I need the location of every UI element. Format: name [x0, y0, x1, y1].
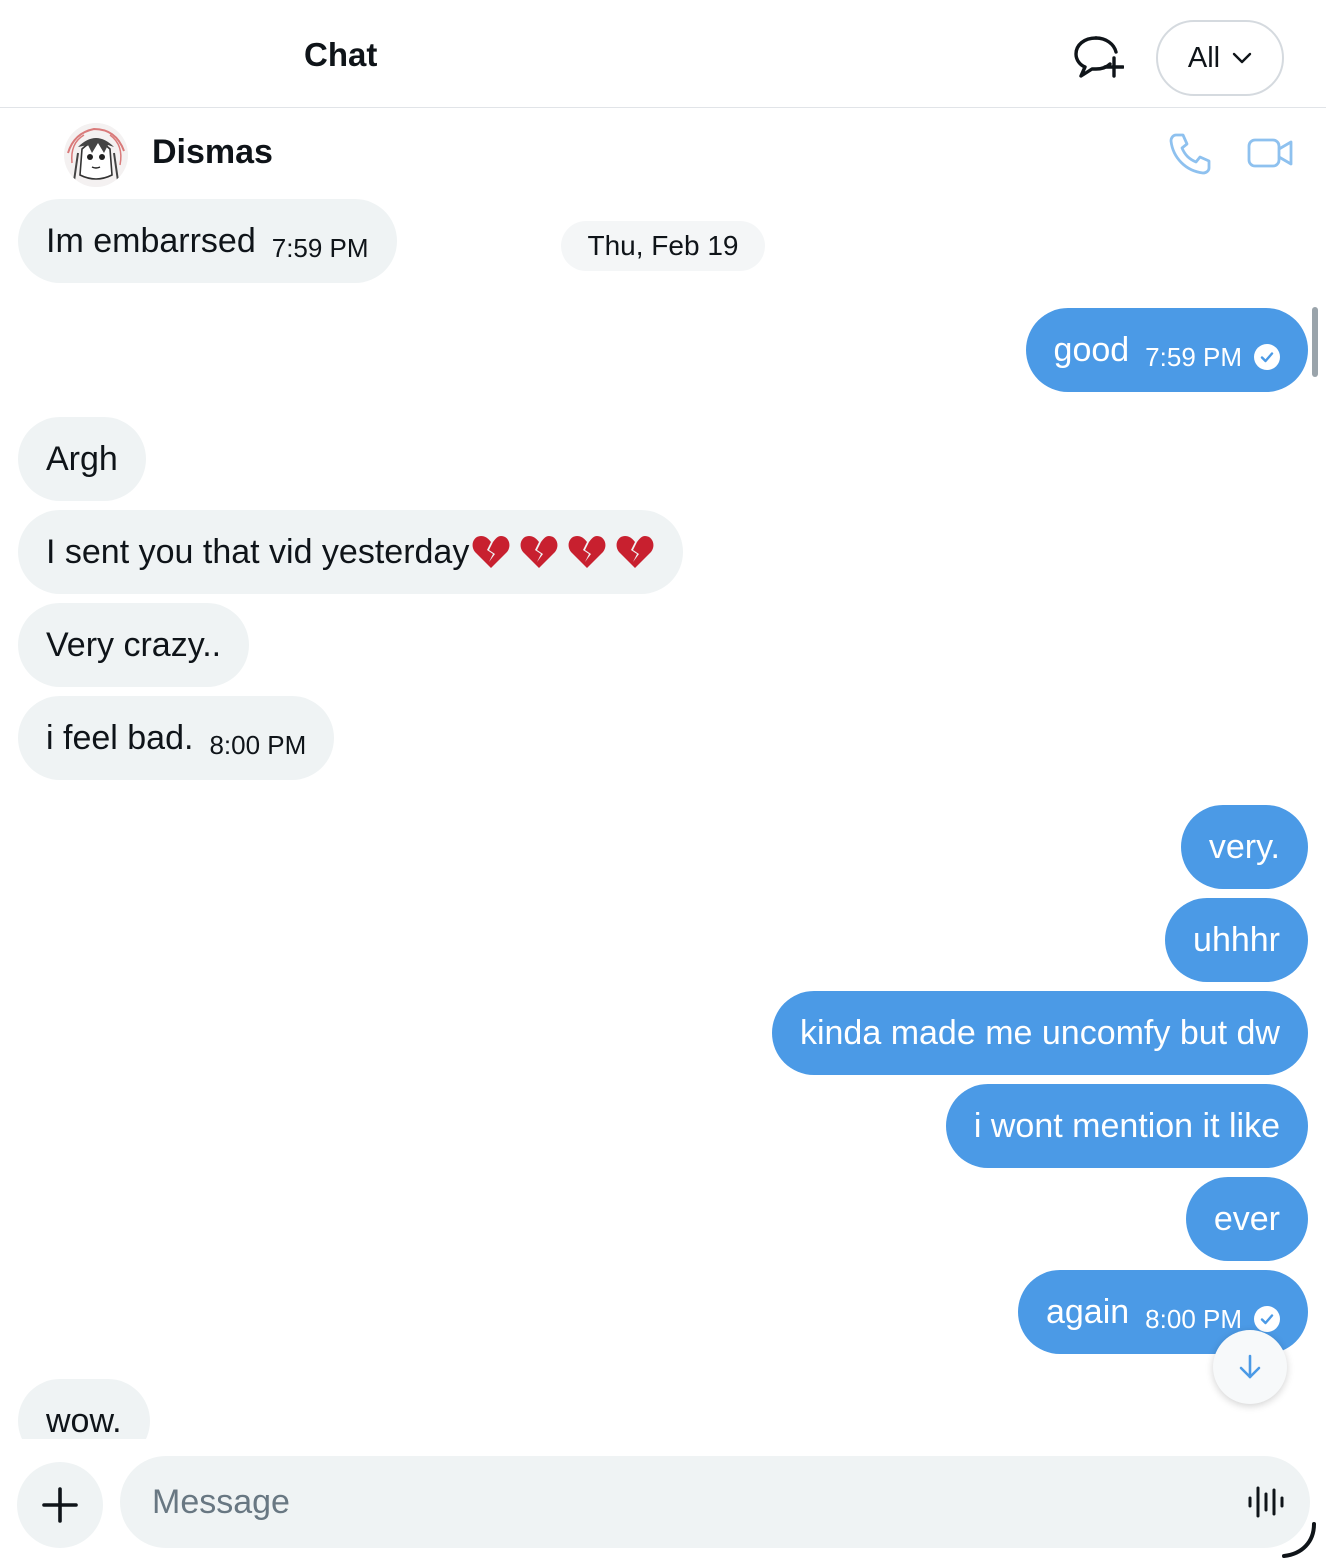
- message-text: Im embarrsed: [46, 221, 256, 260]
- message-timestamp: 8:00 PM: [1145, 1303, 1242, 1334]
- message-outgoing[interactable]: good 7:59 PM: [1025, 308, 1308, 392]
- message-text: Very crazy..: [46, 625, 222, 664]
- check-circle-icon: [1254, 344, 1280, 370]
- message-text: kinda made me uncomfy but dw: [799, 1013, 1280, 1052]
- message-text: i feel bad.: [46, 718, 194, 757]
- message-outgoing[interactable]: i wont mention it like: [945, 1084, 1308, 1168]
- scrollbar-thumb[interactable]: [1312, 307, 1318, 377]
- message-input[interactable]: [120, 1456, 1310, 1548]
- chevron-down-icon: [1232, 52, 1252, 64]
- message-incoming[interactable]: I sent you that vid yesterday: [18, 510, 684, 594]
- message-incoming[interactable]: Argh: [18, 417, 146, 501]
- message-timestamp: 7:59 PM: [1145, 341, 1242, 372]
- broken-heart-emoji: [472, 536, 510, 568]
- top-header: Chat All: [0, 0, 1326, 108]
- conversation-header: Dismas: [0, 109, 1326, 197]
- message-incoming[interactable]: Im embarrsed 7:59 PM: [18, 199, 397, 283]
- message-incoming[interactable]: wow.: [18, 1379, 150, 1439]
- message-text: good: [1053, 330, 1130, 369]
- message-text: uhhhr: [1193, 920, 1280, 959]
- avatar[interactable]: [64, 123, 128, 187]
- message-text: Argh: [46, 439, 118, 478]
- phone-icon[interactable]: [1168, 131, 1212, 175]
- scroll-to-bottom-button[interactable]: [1213, 1330, 1287, 1404]
- message-incoming[interactable]: Very crazy..: [18, 603, 250, 687]
- voice-waveform-icon[interactable]: [1246, 1484, 1286, 1520]
- broken-heart-emoji: [520, 536, 558, 568]
- date-separator: Thu, Feb 19: [561, 221, 765, 271]
- message-text: I sent you that vid yesterday: [46, 532, 470, 571]
- message-outgoing[interactable]: uhhhr: [1165, 898, 1308, 982]
- check-circle-icon: [1254, 1306, 1280, 1332]
- message-text: wow.: [46, 1401, 122, 1440]
- add-attachment-button[interactable]: [17, 1462, 103, 1548]
- filter-dropdown[interactable]: All: [1156, 20, 1284, 96]
- plus-icon: [42, 1487, 78, 1523]
- page-title: Chat: [304, 36, 378, 73]
- arrow-down-icon: [1239, 1354, 1261, 1379]
- contact-name[interactable]: Dismas: [152, 133, 273, 172]
- message-outgoing[interactable]: kinda made me uncomfy but dw: [771, 991, 1308, 1075]
- new-message-icon[interactable]: [1072, 34, 1124, 80]
- video-camera-icon[interactable]: [1246, 133, 1294, 173]
- filter-label: All: [1187, 41, 1221, 74]
- message-composer: [0, 1440, 1326, 1564]
- message-timestamp: 8:00 PM: [209, 729, 307, 760]
- chat-app: Chat All Dismas Im embarrsed 7:59 PM Thu…: [0, 0, 1326, 1564]
- message-text: again: [1045, 1292, 1130, 1331]
- broken-heart-emoji: [616, 536, 654, 568]
- resize-corner-icon: [1282, 1522, 1316, 1558]
- message-text: ever: [1213, 1199, 1280, 1238]
- message-text: i wont mention it like: [973, 1106, 1280, 1145]
- message-timestamp: 7:59 PM: [271, 232, 369, 263]
- message-outgoing[interactable]: ever: [1185, 1177, 1308, 1261]
- message-text: very.: [1208, 827, 1280, 866]
- broken-heart-emoji: [568, 536, 606, 568]
- message-list[interactable]: Im embarrsed 7:59 PM Thu, Feb 19 good 7:…: [0, 197, 1326, 1439]
- message-incoming[interactable]: i feel bad. 8:00 PM: [18, 696, 335, 780]
- message-outgoing[interactable]: very.: [1180, 805, 1308, 889]
